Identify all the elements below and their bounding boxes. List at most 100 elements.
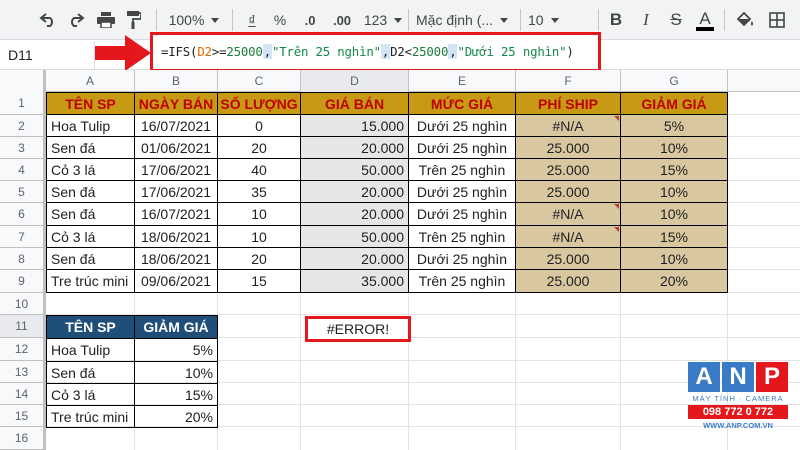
currency-format-button[interactable]: ₫: [240, 6, 264, 34]
table-cell[interactable]: 17/06/2021: [134, 180, 218, 203]
row-header[interactable]: 12: [0, 338, 46, 361]
row-header[interactable]: 16: [0, 427, 46, 450]
table-cell[interactable]: 16/07/2021: [134, 202, 218, 226]
table-cell[interactable]: Dưới 25 nghìn: [408, 136, 516, 159]
table-cell[interactable]: Tre trúc mini: [46, 269, 135, 293]
table-cell[interactable]: 10%: [620, 136, 728, 159]
table-cell[interactable]: 20.000: [300, 247, 409, 270]
table-header-ten-sp[interactable]: TÊN SP: [46, 92, 135, 115]
decrease-decimal-button[interactable]: .0: [296, 6, 324, 34]
column-header-c[interactable]: C: [218, 70, 301, 92]
lookup-header-ten-sp[interactable]: TÊN SP: [46, 315, 135, 339]
table-cell[interactable]: Dưới 25 nghìn: [408, 247, 516, 270]
table-header-so-luong[interactable]: SỐ LƯỢNG: [217, 92, 301, 115]
row-header[interactable]: 13: [0, 361, 46, 383]
table-cell[interactable]: 10%: [620, 247, 728, 270]
table-cell[interactable]: 20.000: [300, 180, 409, 203]
increase-decimal-button[interactable]: .00: [326, 6, 358, 34]
table-cell[interactable]: 20: [217, 247, 301, 270]
table-cell[interactable]: 16/07/2021: [134, 114, 218, 137]
table-cell[interactable]: 18/06/2021: [134, 247, 218, 270]
row-header[interactable]: 5: [0, 181, 46, 203]
column-header-a[interactable]: A: [46, 70, 135, 92]
table-cell[interactable]: 15.000: [300, 114, 409, 137]
table-cell[interactable]: 10%: [620, 202, 728, 226]
table-cell[interactable]: 40: [217, 158, 301, 181]
column-header-d[interactable]: D: [301, 70, 409, 92]
row-header[interactable]: 11: [0, 315, 46, 338]
table-cell[interactable]: 10: [217, 225, 301, 248]
table-cell[interactable]: Sen đá: [46, 136, 135, 159]
column-header-f[interactable]: F: [516, 70, 621, 92]
table-cell[interactable]: 10: [217, 202, 301, 226]
table-cell[interactable]: 25.000: [515, 158, 621, 181]
table-cell[interactable]: Trên 25 nghìn: [408, 158, 516, 181]
name-box[interactable]: D11: [0, 41, 95, 69]
table-cell[interactable]: 35.000: [300, 269, 409, 293]
table-cell[interactable]: Trên 25 nghìn: [408, 225, 516, 248]
row-header[interactable]: 9: [0, 270, 46, 293]
table-cell[interactable]: 09/06/2021: [134, 269, 218, 293]
table-cell[interactable]: Trên 25 nghìn: [408, 269, 516, 293]
percent-format-button[interactable]: %: [268, 6, 292, 34]
table-cell[interactable]: 10%: [620, 180, 728, 203]
table-cell[interactable]: 20%: [620, 269, 728, 293]
row-header[interactable]: 8: [0, 248, 46, 270]
column-header-b[interactable]: B: [135, 70, 218, 92]
row-header[interactable]: 10: [0, 293, 46, 315]
paint-format-icon[interactable]: [122, 6, 146, 34]
column-header-e[interactable]: E: [409, 70, 516, 92]
zoom-select[interactable]: 100%: [166, 6, 222, 34]
table-cell[interactable]: 20: [217, 136, 301, 159]
table-cell[interactable]: 20.000: [300, 136, 409, 159]
lookup-cell[interactable]: 5%: [134, 338, 218, 362]
table-cell[interactable]: 15%: [620, 158, 728, 181]
table-header-phi-ship[interactable]: PHÍ SHIP: [515, 92, 621, 115]
table-cell[interactable]: 5%: [620, 114, 728, 137]
row-header[interactable]: 15: [0, 405, 46, 427]
table-cell[interactable]: 25.000: [515, 269, 621, 293]
table-cell[interactable]: Dưới 25 nghìn: [408, 202, 516, 226]
bold-button[interactable]: B: [604, 6, 628, 34]
select-all-corner[interactable]: [0, 70, 46, 92]
undo-icon[interactable]: [36, 6, 60, 34]
font-select[interactable]: Mặc định (...: [416, 6, 516, 34]
table-cell[interactable]: 25.000: [515, 247, 621, 270]
lookup-cell[interactable]: 20%: [134, 405, 218, 428]
table-cell[interactable]: #N/A: [515, 114, 621, 137]
table-cell[interactable]: Cỏ 3 lá: [46, 225, 135, 248]
italic-button[interactable]: I: [634, 6, 658, 34]
table-header-giam-gia[interactable]: GIẢM GIÁ: [620, 92, 728, 115]
table-cell[interactable]: Sen đá: [46, 180, 135, 203]
borders-icon[interactable]: [764, 6, 790, 34]
text-color-button[interactable]: A: [692, 6, 718, 34]
table-cell[interactable]: 35: [217, 180, 301, 203]
lookup-cell[interactable]: Sen đá: [46, 361, 135, 384]
table-cell[interactable]: 18/06/2021: [134, 225, 218, 248]
table-cell[interactable]: Sen đá: [46, 202, 135, 226]
lookup-cell[interactable]: Tre trúc mini: [46, 405, 135, 428]
row-header[interactable]: 2: [0, 115, 46, 137]
table-cell[interactable]: 20.000: [300, 202, 409, 226]
table-cell[interactable]: Cỏ 3 lá: [46, 158, 135, 181]
row-header[interactable]: 3: [0, 137, 46, 159]
table-cell[interactable]: 25.000: [515, 180, 621, 203]
fill-color-icon[interactable]: [732, 6, 758, 34]
table-cell[interactable]: 15: [217, 269, 301, 293]
table-cell[interactable]: Dưới 25 nghìn: [408, 114, 516, 137]
table-header-muc-gia[interactable]: MỨC GIÁ: [408, 92, 516, 115]
table-header-gia-ban[interactable]: GIÁ BÁN: [300, 92, 409, 115]
row-header[interactable]: 6: [0, 203, 46, 226]
table-cell[interactable]: Dưới 25 nghìn: [408, 180, 516, 203]
table-cell[interactable]: #N/A: [515, 225, 621, 248]
lookup-cell[interactable]: Cỏ 3 lá: [46, 383, 135, 406]
lookup-cell[interactable]: 15%: [134, 383, 218, 406]
print-icon[interactable]: [94, 6, 118, 34]
table-cell[interactable]: 15%: [620, 225, 728, 248]
font-size-select[interactable]: 10: [528, 6, 592, 34]
more-formats-button[interactable]: 123: [360, 6, 406, 34]
column-header-g[interactable]: G: [621, 70, 728, 92]
table-cell[interactable]: 25.000: [515, 136, 621, 159]
table-cell[interactable]: #N/A: [515, 202, 621, 226]
table-cell[interactable]: Sen đá: [46, 247, 135, 270]
